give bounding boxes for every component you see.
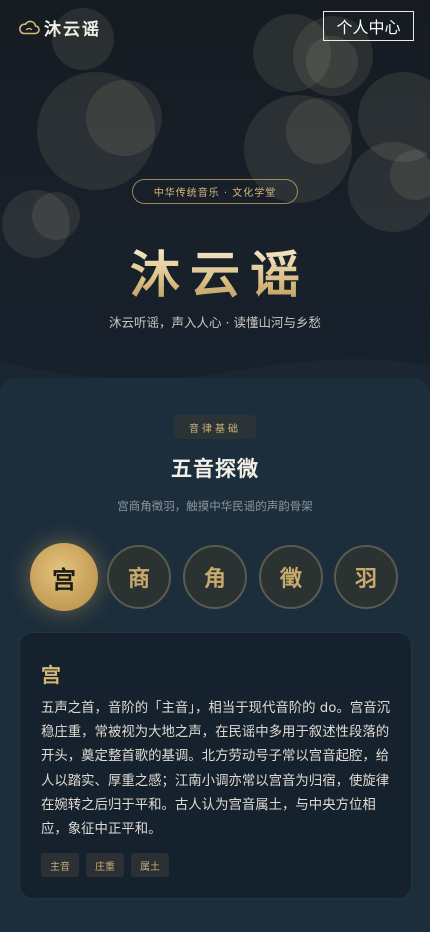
tone-button-yu[interactable]: 羽 [334, 545, 398, 609]
detail-tags: 主音 庄重 属土 [41, 853, 176, 877]
bokeh-light [86, 80, 162, 156]
bokeh-light [32, 192, 80, 240]
tone-selector: 宫 商 角 徵 羽 [30, 543, 400, 611]
detail-description: 五声之首，音阶的「主音」，相当于现代音阶的 do。宫音沉稳庄重，常被视为大地之声… [41, 701, 391, 838]
brand-name: 沐云谣 [44, 19, 101, 40]
bokeh-light [286, 98, 352, 164]
tag-chip: 主音 [41, 853, 79, 877]
hero-subtitle: 沐云听谣，声入人心 · 读懂山河与乡愁 [109, 315, 321, 330]
tone-button-shang[interactable]: 商 [107, 545, 171, 609]
tone-detail-card: 宫 五声之首，音阶的「主音」，相当于现代音阶的 do。宫音沉稳庄重，常被视为大地… [19, 632, 412, 899]
profile-button[interactable]: 个人中心 [323, 11, 414, 41]
tag-chip: 庄重 [86, 853, 124, 877]
top-bar: 沐云谣 个人中心 [0, 0, 430, 54]
tag-chip: 属土 [131, 853, 169, 877]
section-subtitle: 宫商角徵羽，触摸中华民谣的声韵骨架 [117, 499, 313, 513]
tone-button-gong[interactable]: 宫 [30, 543, 98, 611]
tone-button-jue[interactable]: 角 [183, 545, 247, 609]
section-title: 五音探微 [171, 457, 259, 481]
detail-title: 宫 [41, 663, 61, 687]
section-tag: 音律基础 [174, 415, 256, 439]
brand-logo[interactable]: 沐云谣 [18, 16, 101, 40]
hero-title: 沐云谣 [0, 240, 430, 310]
tone-button-zhi[interactable]: 徵 [259, 545, 323, 609]
cloud-icon [18, 19, 40, 35]
hero-badge: 中华传统音乐 · 文化学堂 [132, 179, 298, 204]
